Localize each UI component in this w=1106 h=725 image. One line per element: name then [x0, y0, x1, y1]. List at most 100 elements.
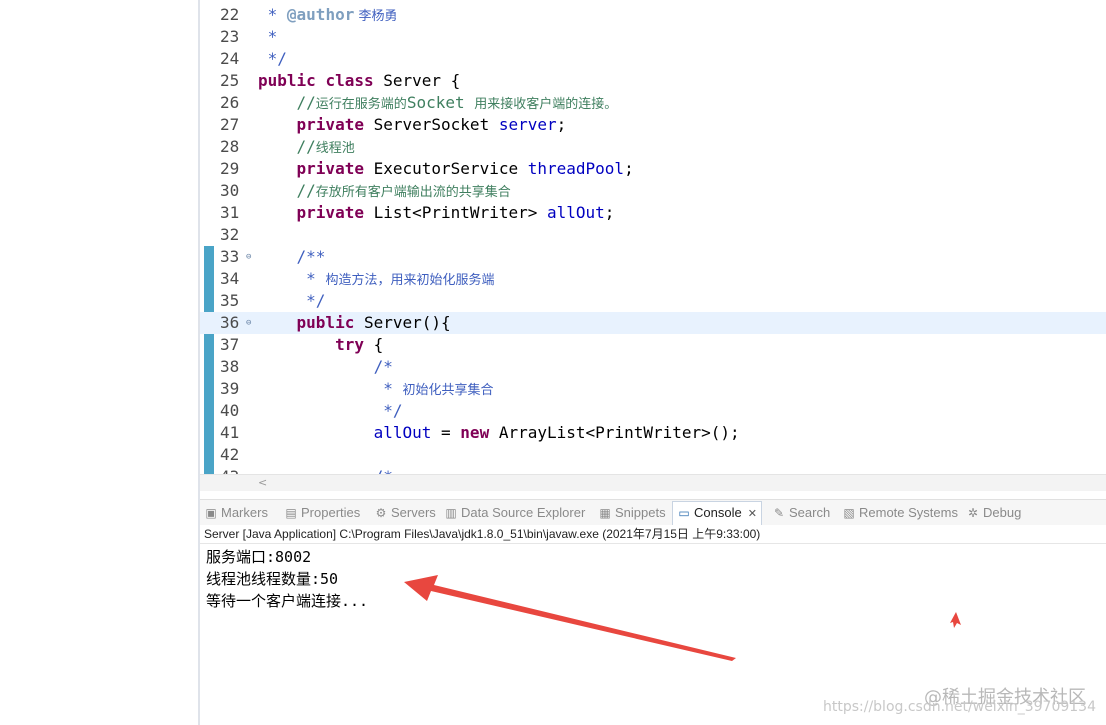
servers-icon: ⚙	[375, 506, 387, 520]
code-text: * 构造方法，用来初始化服务端	[258, 268, 494, 292]
snippets-icon: ▦	[599, 506, 611, 520]
code-line[interactable]: 24 */	[200, 48, 1106, 70]
close-icon[interactable]: ✕	[748, 508, 757, 520]
code-line[interactable]: 35 */	[200, 290, 1106, 312]
code-token: Server {	[373, 71, 461, 90]
tab-data-source-explorer[interactable]: ▥ Data Source Explorer	[444, 503, 585, 523]
tab-snippets[interactable]: ▦ Snippets	[598, 503, 666, 523]
code-token: 李杨勇	[354, 9, 398, 24]
tab-label: Snippets	[615, 505, 666, 520]
code-text: public class Server {	[258, 70, 460, 92]
code-line[interactable]: 26 //运行在服务端的Socket 用来接收客户端的连接。	[200, 92, 1106, 114]
console-icon: ▭	[678, 506, 690, 520]
code-token: public	[258, 71, 316, 90]
console-launch-info: Server [Java Application] C:\Program Fil…	[200, 525, 1106, 544]
code-token: ;	[604, 203, 615, 222]
line-number: 27	[220, 115, 240, 134]
editor-horizontal-scrollbar[interactable]: <	[200, 474, 1106, 491]
line-number: 28	[220, 137, 240, 156]
line-number: 40	[220, 401, 240, 420]
code-token: //	[258, 137, 316, 156]
code-token: new	[460, 423, 490, 442]
code-token: */	[258, 401, 403, 420]
code-line[interactable]: 28 //线程池	[200, 136, 1106, 158]
code-text: private ServerSocket server;	[258, 114, 567, 136]
tab-debug[interactable]: ✲ Debug	[966, 503, 1021, 523]
code-token: ServerSocket	[363, 115, 499, 134]
line-number: 29	[220, 159, 240, 178]
line-number: 37	[220, 335, 240, 354]
code-text: /*	[258, 356, 393, 378]
remote-systems-icon: ▧	[843, 506, 855, 520]
tab-label: Properties	[301, 505, 361, 520]
console-line: 线程池线程数量:50	[206, 570, 339, 588]
code-line[interactable]: 38 /*	[200, 356, 1106, 378]
console-line: 等待一个客户端连接...	[206, 592, 369, 610]
code-line[interactable]: 40 */	[200, 400, 1106, 422]
code-text: allOut = new ArrayList<PrintWriter>();	[258, 422, 740, 444]
markers-icon: ▣	[205, 506, 217, 520]
code-token: /*	[258, 357, 393, 376]
tab-search[interactable]: ✎ Search	[772, 503, 830, 523]
code-line[interactable]: 39 * 初始化共享集合	[200, 378, 1106, 400]
code-line[interactable]: 27 private ServerSocket server;	[200, 114, 1106, 136]
code-token: *	[258, 269, 326, 288]
line-number: 31	[220, 203, 240, 222]
code-line[interactable]: 22 * @author 李杨勇	[200, 4, 1106, 26]
code-token: ;	[624, 159, 634, 178]
code-text: //线程池	[258, 136, 355, 160]
code-line[interactable]: 33 ⊖ /**	[200, 246, 1106, 268]
tab-properties[interactable]: ▤ Properties	[284, 503, 360, 523]
tab-markers[interactable]: ▣ Markers	[204, 503, 268, 523]
line-number: 30	[220, 181, 240, 200]
line-number: 22	[220, 5, 240, 24]
code-line[interactable]: 31 private List<PrintWriter> allOut;	[200, 202, 1106, 224]
code-line[interactable]: 30 //存放所有客户端输出流的共享集合	[200, 180, 1106, 202]
code-line[interactable]: 41 allOut = new ArrayList<PrintWriter>()…	[200, 422, 1106, 444]
code-line[interactable]: 25 public class Server {	[200, 70, 1106, 92]
code-text: try {	[258, 334, 383, 356]
view-separator	[200, 491, 1106, 499]
code-text: private ExecutorService threadPool;	[258, 158, 634, 180]
code-line[interactable]: 34 * 构造方法，用来初始化服务端	[200, 268, 1106, 290]
code-line[interactable]: 36 ⊖ public Server(){	[200, 312, 1106, 334]
code-token: 线程池	[315, 141, 355, 156]
scroll-left-arrow-icon[interactable]: <	[258, 475, 267, 491]
code-text: * 初始化共享集合	[258, 378, 493, 402]
console-line: 服务端口:8002	[206, 548, 312, 566]
line-number: 23	[220, 27, 240, 46]
code-token: 运行在服务端的	[315, 97, 407, 112]
line-number: 34	[220, 269, 240, 288]
watermark-url: https://blog.csdn.net/weixin_39709134	[822, 699, 1096, 715]
code-token: *	[258, 5, 287, 24]
code-token: private	[296, 159, 364, 178]
code-token: private	[296, 203, 364, 222]
tab-servers[interactable]: ⚙ Servers	[374, 503, 436, 523]
tab-remote-systems[interactable]: ▧ Remote Systems	[842, 503, 958, 523]
code-token: */	[258, 49, 287, 68]
code-token: @author	[286, 5, 355, 24]
code-line[interactable]: 29 private ExecutorService threadPool;	[200, 158, 1106, 180]
code-text: //运行在服务端的Socket 用来接收客户端的连接。	[258, 92, 618, 116]
tab-console[interactable]: ▭ Console ✕	[672, 501, 762, 526]
code-line[interactable]: 37 try {	[200, 334, 1106, 356]
fold-toggle-icon[interactable]: ⊖	[246, 246, 251, 268]
code-line[interactable]: 42	[200, 444, 1106, 466]
code-text: */	[258, 48, 287, 70]
code-token: */	[258, 291, 326, 310]
code-text: /*	[258, 466, 393, 474]
line-number: 26	[220, 93, 240, 112]
code-line[interactable]: 32	[200, 224, 1106, 246]
code-token: /*	[258, 467, 393, 474]
code-editor[interactable]: 22 * @author 李杨勇 23 * 24 */25 public class …	[200, 0, 1106, 474]
code-token: ;	[556, 115, 567, 134]
code-token: ExecutorService	[363, 159, 528, 178]
fold-toggle-icon[interactable]: ⊖	[246, 312, 251, 334]
code-text: */	[258, 290, 325, 312]
code-line[interactable]: 43 /*	[200, 466, 1106, 474]
code-line[interactable]: 23 *	[200, 26, 1106, 48]
